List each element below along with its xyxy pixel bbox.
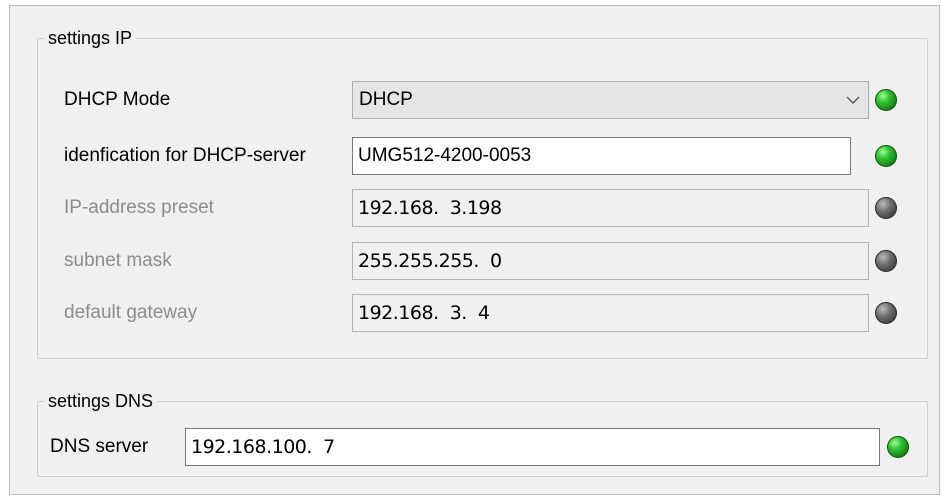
dhcp-id-label: idenfication for DHCP-server [64, 145, 306, 166]
gateway-input[interactable]: 192.168. 3. 4 [352, 294, 869, 332]
ip-preset-label: IP-address preset [64, 197, 214, 218]
dhcp-mode-value: DHCP [359, 89, 413, 110]
dhcp-mode-select[interactable]: DHCP [352, 81, 869, 119]
dhcp-id-input[interactable]: UMG512-4200-0053 [352, 137, 851, 175]
dhcp-mode-status-led [875, 89, 897, 111]
subnet-mask-input[interactable]: 255.255.255. 0 [352, 242, 869, 280]
ip-preset-input[interactable]: 192.168. 3.198 [352, 189, 869, 227]
settings-dns-legend: settings DNS [44, 390, 158, 412]
subnet-mask-status-led [875, 250, 897, 272]
dns-server-label: DNS server [50, 436, 149, 457]
dhcp-mode-label: DHCP Mode [64, 89, 171, 110]
settings-ip-legend: settings IP [44, 27, 137, 49]
gateway-label: default gateway [64, 302, 198, 323]
settings-panel: settings IP DHCP Mode DHCP idenfication … [9, 5, 940, 495]
chevron-down-icon [846, 96, 860, 104]
dns-server-input[interactable]: 192.168.100. 7 [185, 428, 880, 466]
ip-preset-status-led [875, 197, 897, 219]
dhcp-id-status-led [875, 145, 897, 167]
gateway-status-led [875, 302, 897, 324]
dns-server-status-led [887, 436, 909, 458]
subnet-mask-label: subnet mask [64, 250, 172, 271]
